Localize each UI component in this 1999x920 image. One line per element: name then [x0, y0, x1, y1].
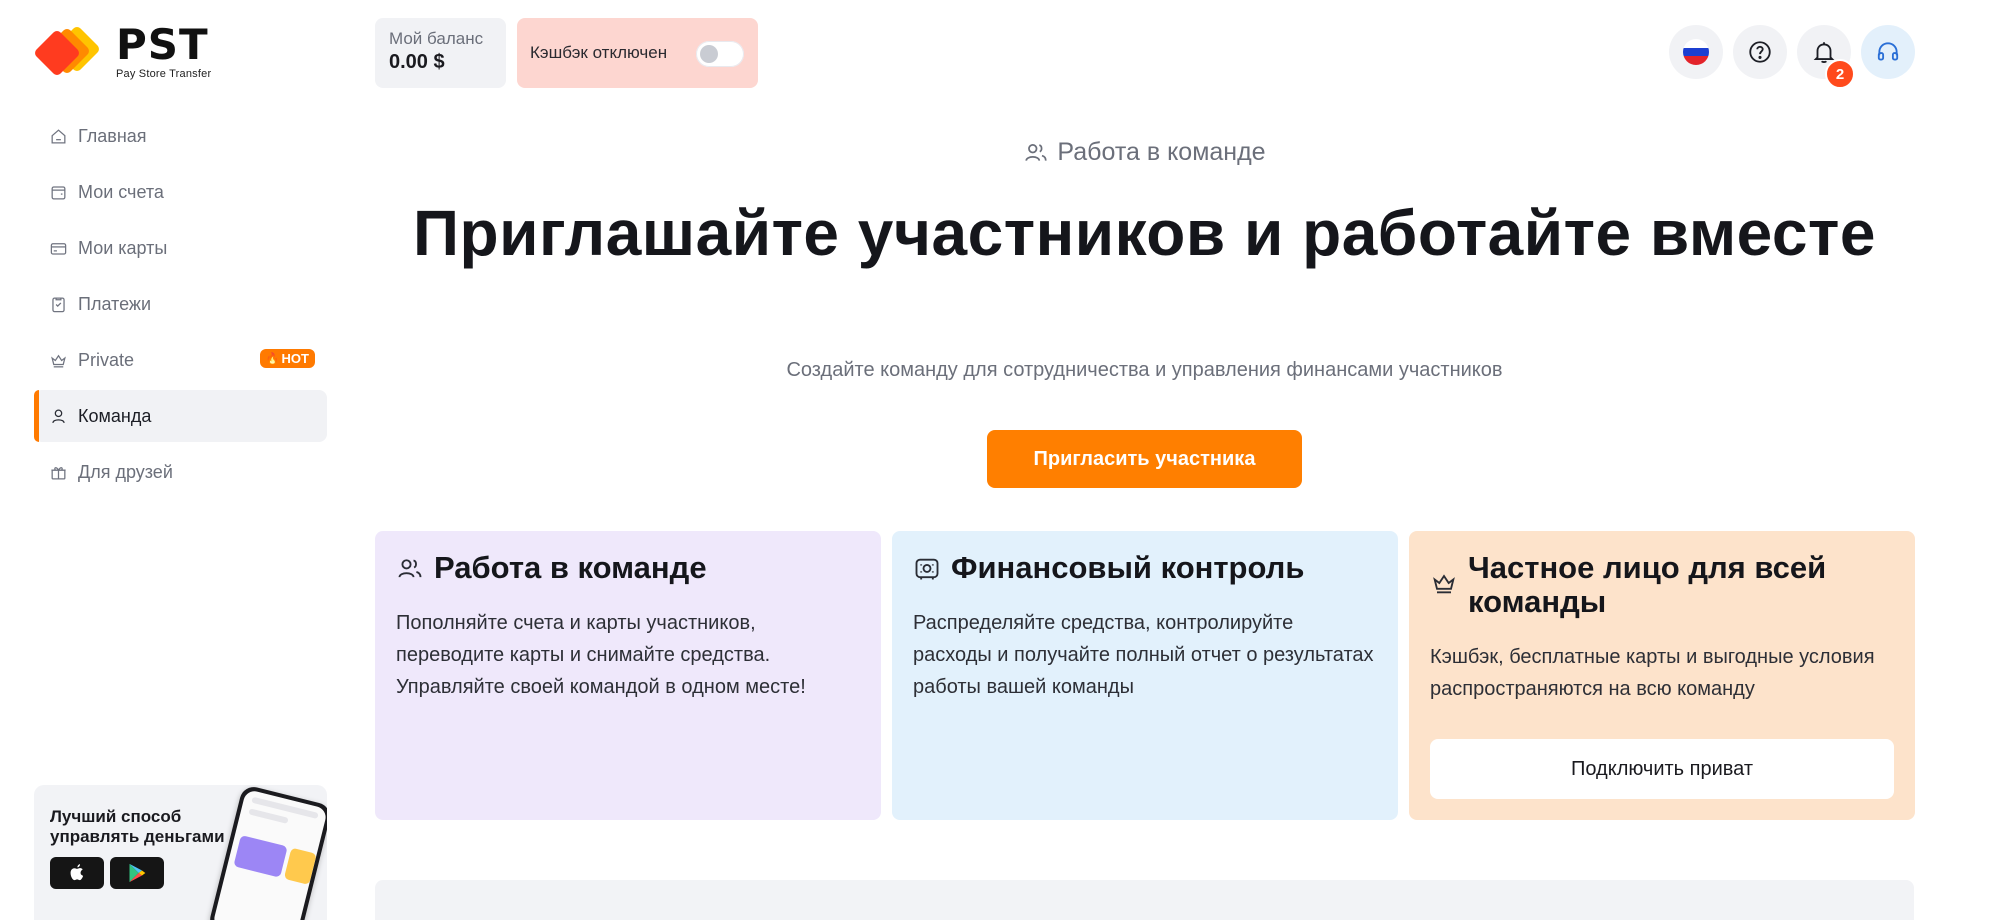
headset-icon [1877, 42, 1899, 61]
sidebar-item-home[interactable]: Главная [34, 110, 327, 162]
team-icon [1025, 143, 1048, 161]
help-button[interactable] [1733, 25, 1787, 79]
wallet-icon [48, 182, 68, 202]
sidebar: PST Pay Store Transfer Главная Мои счета… [0, 0, 350, 920]
logo-tagline: Pay Store Transfer [116, 67, 212, 80]
card-icon [48, 238, 68, 258]
sidebar-item-label: Мои карты [78, 237, 168, 258]
help-icon [1749, 41, 1771, 63]
sidebar-item-label: Команда [78, 405, 152, 426]
sidebar-item-label: Для друзей [78, 461, 173, 482]
cashback-toggle[interactable] [696, 41, 744, 67]
sidebar-item-label: Главная [78, 125, 147, 146]
fire-icon: 🔥 [265, 353, 280, 365]
invite-member-button[interactable]: Пригласить участника [987, 430, 1302, 488]
apple-store-button[interactable] [50, 857, 104, 889]
sidebar-item-team[interactable]: Команда [34, 390, 327, 442]
crown-icon [48, 350, 68, 370]
language-button[interactable] [1669, 25, 1723, 79]
sidebar-item-private[interactable]: Private 🔥 HOT [34, 334, 327, 386]
connect-private-button[interactable]: Подключить приват [1430, 739, 1894, 799]
card-title: Финансовый контроль [951, 550, 1305, 585]
card-text: Пополняйте счета и карты участников, пер… [396, 612, 806, 698]
google-play-button[interactable] [110, 857, 164, 889]
sidebar-item-accounts[interactable]: Мои счета [34, 166, 327, 218]
gift-icon [48, 462, 68, 482]
balance-value: 0.00 $ [389, 51, 445, 73]
page-title: Приглашайте участников и работайте вмест… [413, 197, 1876, 269]
app-promo: Лучший способ управлять деньгами [34, 785, 327, 920]
apple-store-icon [70, 864, 84, 881]
sidebar-item-label: Private [78, 349, 135, 370]
sidebar-item-label: Платежи [78, 293, 152, 314]
notification-count-badge: 2 [1825, 59, 1855, 89]
top-actions: 2 [1669, 25, 1915, 89]
feature-card-teamwork: Работа в команде Пополняйте счета и карт… [375, 531, 881, 820]
hero-tag: Работа в команде [375, 138, 1914, 167]
sidebar-item-payments[interactable]: Платежи [34, 278, 327, 330]
card-title: Частное лицо для всей команды [1468, 550, 1827, 619]
support-button[interactable] [1861, 25, 1915, 79]
finance-control-icon [913, 555, 941, 583]
card-text: Кэшбэк, бесплатные карты и выгодные усло… [1430, 646, 1875, 700]
hero-tag-text: Работа в команде [1057, 138, 1266, 166]
logo-title: PST [116, 19, 209, 69]
sidebar-item-label: Мои счета [78, 181, 164, 202]
balance-widget[interactable]: Мой баланс 0.00 $ [375, 18, 506, 88]
toggle-knob [700, 45, 718, 63]
card-text: Распределяйте средства, контролируйте ра… [913, 612, 1374, 698]
balance-label: Мой баланс [389, 29, 484, 48]
sidebar-nav: Главная Мои счета Мои карты Платежи Priv… [34, 110, 327, 502]
cashback-widget: Кэшбэк отключен [517, 18, 758, 88]
google-play-icon [129, 863, 146, 883]
feature-card-private: Частное лицо для всей команды Кэшбэк, бе… [1409, 531, 1915, 820]
team-icon [396, 555, 424, 583]
card-title: Работа в команде [434, 550, 707, 585]
hot-badge: 🔥 HOT [259, 349, 315, 368]
feature-card-finance: Финансовый контроль Распределяйте средст… [892, 531, 1398, 820]
notifications-button[interactable]: 2 [1797, 25, 1855, 89]
home-icon [48, 126, 68, 146]
crown-icon [1430, 569, 1458, 597]
payments-icon [48, 294, 68, 314]
bottom-panel [375, 880, 1914, 920]
page-subtitle: Создайте команду для сотрудничества и уп… [786, 359, 1503, 381]
sidebar-item-cards[interactable]: Мои карты [34, 222, 327, 274]
logo[interactable]: PST Pay Store Transfer [34, 19, 212, 80]
sidebar-item-friends[interactable]: Для друзей [34, 446, 327, 498]
phone-mockup [207, 785, 327, 920]
promo-text: Лучший способ управлять деньгами [50, 807, 225, 846]
logo-mark-icon [34, 24, 114, 80]
russia-flag-icon [1683, 39, 1709, 65]
user-icon [48, 406, 68, 426]
cashback-label: Кэшбэк отключен [530, 43, 668, 62]
